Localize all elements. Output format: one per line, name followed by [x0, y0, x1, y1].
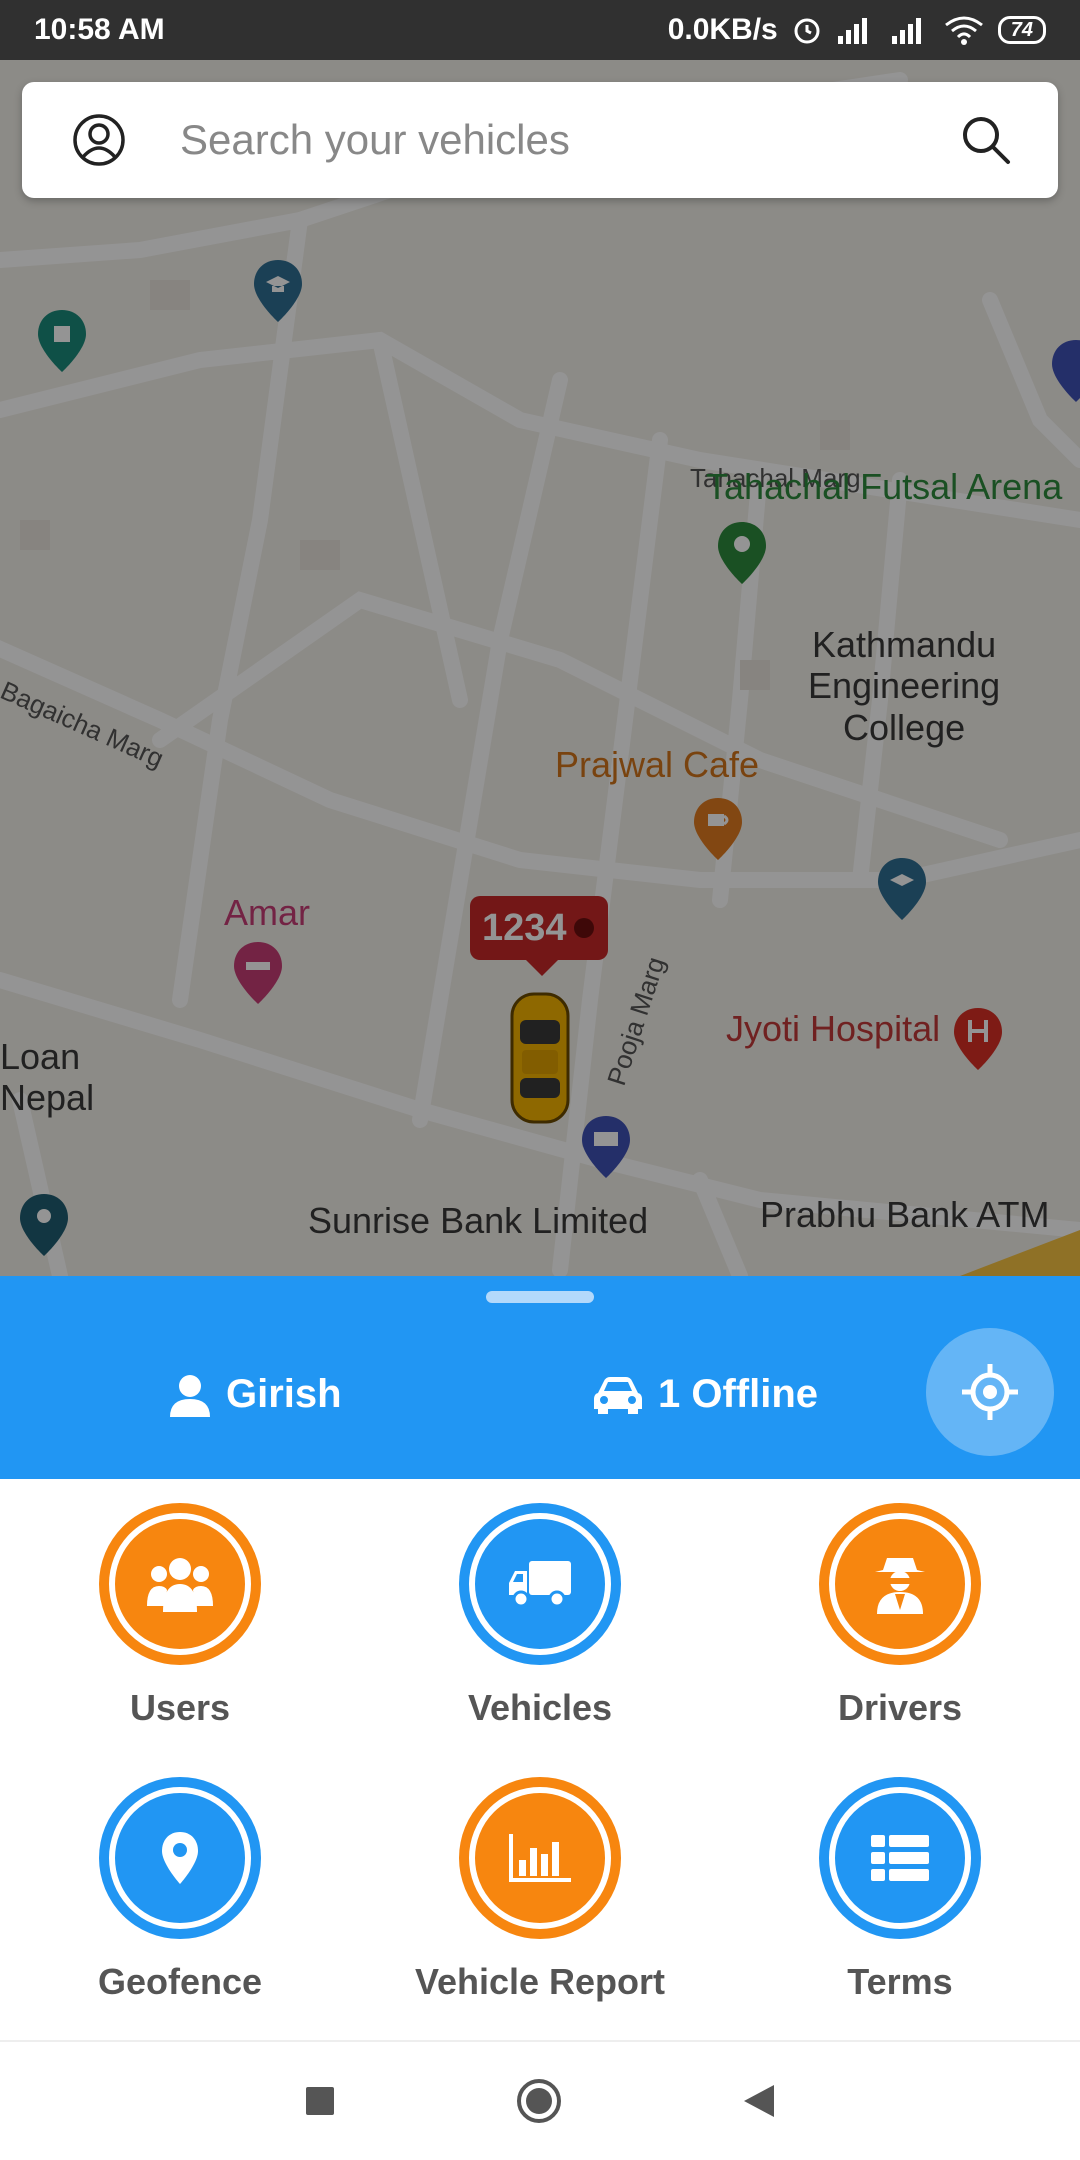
truck-icon	[509, 1561, 571, 1608]
network-speed: 0.0KB/s	[667, 13, 778, 46]
car-marker-icon[interactable]	[508, 992, 572, 1124]
search-input[interactable]	[180, 116, 960, 164]
map-place-label: Tahachal Futsal Arena	[706, 466, 1063, 507]
user-name: Girish	[226, 1372, 342, 1416]
signal-icon	[837, 18, 867, 44]
list-icon	[871, 1835, 929, 1881]
menu-item-users[interactable]: Users	[0, 1503, 360, 1729]
cafe-pin-icon[interactable]	[692, 796, 744, 862]
vehicle-status: 1 Offline	[658, 1372, 819, 1416]
vehicles-button[interactable]	[459, 1503, 621, 1665]
vehicle-tag-label: 1234	[482, 906, 567, 949]
vehicles-label: Vehicles	[467, 1687, 613, 1728]
school-pin-icon[interactable]	[252, 258, 304, 324]
vehicle-report-label: Vehicle Report	[414, 1961, 666, 2002]
recents-icon[interactable]	[304, 2085, 336, 2117]
sports-pin-icon[interactable]	[716, 520, 768, 586]
museum-pin-icon[interactable]	[36, 308, 88, 374]
map-place-label: Loan Nepal	[0, 1036, 95, 1119]
locate-button[interactable]	[926, 1328, 1054, 1456]
menu-item-terms[interactable]: Terms	[720, 1777, 1080, 2003]
map-place-label: Jyoti Hospital	[726, 1008, 941, 1049]
status-bar: 10:58 AM 0.0KB/s 74	[0, 0, 1080, 60]
users-label: Users	[129, 1687, 231, 1728]
car-icon	[594, 1376, 642, 1414]
search-bar	[22, 82, 1058, 198]
users-button[interactable]	[99, 1503, 261, 1665]
geofence-label: Geofence	[97, 1961, 263, 2002]
map-place-label: Kathmandu Engineering College	[808, 624, 1001, 748]
menu-item-vehicle-report[interactable]: Vehicle Report	[360, 1777, 720, 2003]
menu-item-drivers[interactable]: Drivers	[720, 1503, 1080, 1729]
crosshair-icon	[962, 1364, 1018, 1420]
geofence-button[interactable]	[99, 1777, 261, 1939]
users-icon	[147, 1558, 213, 1612]
profile-icon[interactable]	[72, 113, 126, 167]
shopping-pin-icon[interactable]	[1050, 338, 1080, 404]
battery-indicator: 74	[997, 16, 1046, 44]
user-icon	[170, 1374, 210, 1417]
bar-chart-icon	[509, 1834, 571, 1882]
hotel-pin-icon[interactable]	[232, 940, 284, 1006]
menu-grid: Users Vehicles Drivers Geofence Vehicle …	[0, 1479, 1080, 2039]
map-place-label: Sunrise Bank Limited	[308, 1200, 649, 1241]
vehicle-report-button[interactable]	[459, 1777, 621, 1939]
wifi-icon	[944, 16, 983, 45]
vehicle-summary[interactable]: 1 Offline	[592, 1372, 818, 1417]
atm-pin-icon[interactable]	[580, 1114, 632, 1180]
summary-panel: Girish 1 Offline	[0, 1276, 1080, 1479]
status-time: 10:58 AM	[34, 13, 165, 46]
map-place-label: Prabhu Bank ATM	[760, 1194, 1050, 1235]
home-icon[interactable]	[516, 2078, 562, 2124]
signal-icon-2	[891, 18, 921, 44]
map-place-label: Prajwal Cafe	[555, 744, 760, 785]
map-marker-icon	[162, 1832, 198, 1884]
hospital-pin-icon[interactable]	[952, 1006, 1004, 1072]
terms-label: Terms	[847, 1961, 953, 2002]
alarm-icon	[794, 18, 820, 44]
back-icon[interactable]	[742, 2083, 776, 2119]
drivers-label: Drivers	[837, 1687, 963, 1728]
system-nav-bar	[0, 2040, 1080, 2160]
school-pin-icon-2[interactable]	[876, 856, 928, 922]
vehicle-status-dot	[574, 918, 594, 938]
drivers-button[interactable]	[819, 1503, 981, 1665]
map-place-label: Amar	[224, 892, 311, 933]
menu-item-geofence[interactable]: Geofence	[0, 1777, 360, 2003]
driver-spy-icon	[875, 1558, 925, 1614]
user-summary[interactable]: Girish	[168, 1372, 342, 1417]
menu-item-vehicles[interactable]: Vehicles	[360, 1503, 720, 1729]
search-icon[interactable]	[960, 114, 1012, 166]
location-pin-icon[interactable]	[18, 1192, 70, 1258]
drag-handle[interactable]	[486, 1291, 594, 1303]
terms-button[interactable]	[819, 1777, 981, 1939]
vehicle-tag[interactable]: 1234	[470, 896, 608, 976]
